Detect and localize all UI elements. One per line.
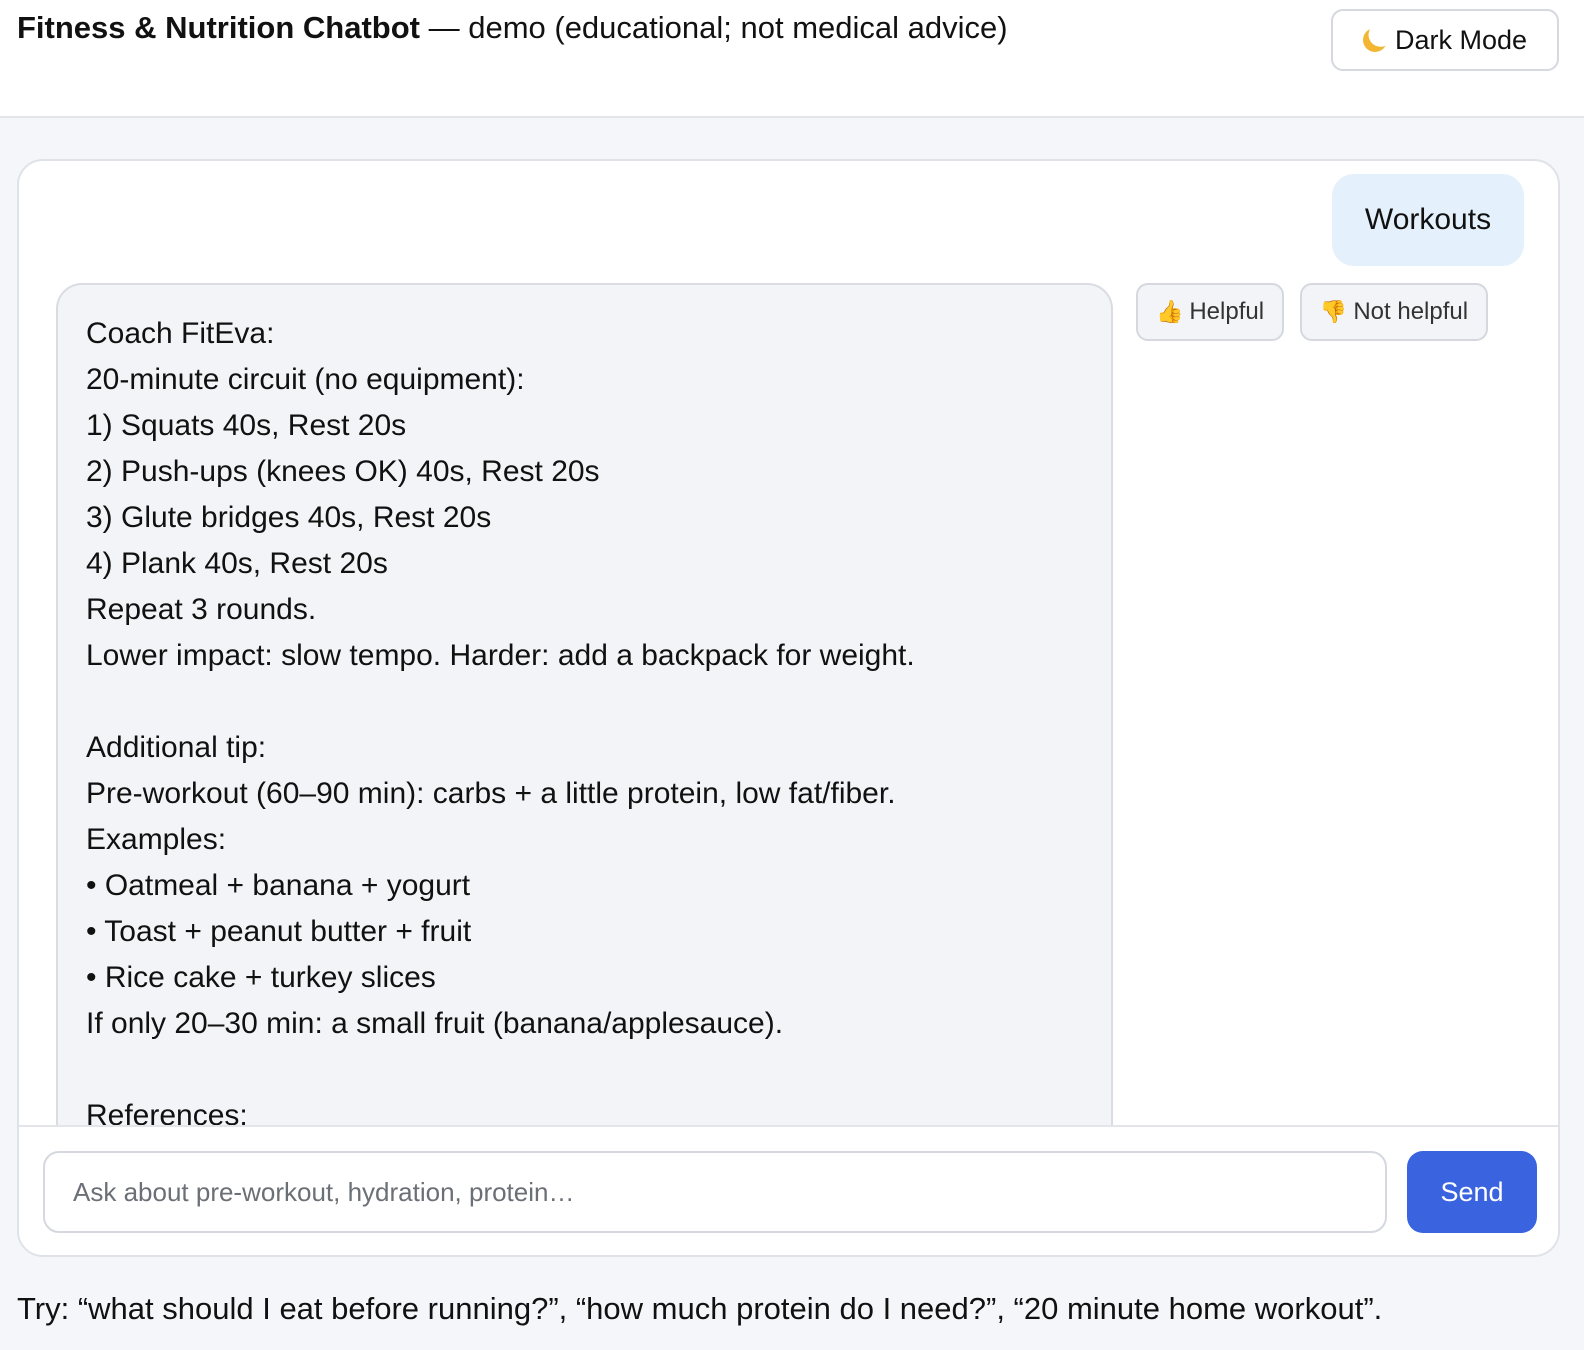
- helpful-button[interactable]: 👍 Helpful: [1136, 283, 1284, 341]
- bot-line: 1) Squats 40s, Rest 20s: [86, 409, 407, 442]
- chat-card: Workouts Coach FitEva: 20-minute circuit…: [17, 159, 1560, 1257]
- dark-mode-button[interactable]: Dark Mode: [1331, 9, 1559, 71]
- user-message: Workouts: [1332, 174, 1524, 266]
- bot-line: If only 20–30 min: a small fruit (banana…: [86, 1007, 784, 1040]
- bot-line: [86, 1047, 1083, 1093]
- send-button[interactable]: Send: [1407, 1151, 1537, 1233]
- bot-line: Examples:: [86, 823, 227, 856]
- bot-line: References:: [86, 1099, 248, 1125]
- not-helpful-label: Not helpful: [1353, 298, 1469, 325]
- dark-mode-label: Dark Mode: [1394, 24, 1528, 55]
- app-name: Fitness & Nutrition Chatbot: [17, 10, 420, 45]
- chat-log[interactable]: Workouts Coach FitEva: 20-minute circuit…: [19, 161, 1558, 1125]
- app-subtitle: — demo (educational; not medical advice): [419, 10, 1008, 45]
- user-message-text: Workouts: [1364, 203, 1492, 236]
- moon-icon: [1360, 25, 1391, 56]
- page-title: Fitness & Nutrition Chatbot — demo (educ…: [17, 8, 1008, 48]
- bot-line: • Toast + peanut butter + fruit: [86, 915, 472, 948]
- app-header: Fitness & Nutrition Chatbot — demo (educ…: [0, 0, 1584, 118]
- suggestion-hint: Try: “what should I eat before running?”…: [17, 1291, 1383, 1326]
- bot-line: Repeat 3 rounds.: [86, 593, 317, 626]
- bot-line: • Oatmeal + banana + yogurt: [86, 869, 471, 902]
- bot-message: Coach FitEva: 20-minute circuit (no equi…: [56, 283, 1113, 1125]
- composer: Send: [19, 1125, 1558, 1255]
- bot-line: 3) Glute bridges 40s, Rest 20s: [86, 501, 492, 534]
- bot-line: 20-minute circuit (no equipment):: [86, 363, 525, 396]
- helpful-label: Helpful: [1189, 298, 1265, 325]
- bot-line: [86, 679, 1083, 725]
- not-helpful-button[interactable]: 👎 Not helpful: [1300, 283, 1488, 341]
- bot-line: Additional tip:: [86, 731, 267, 764]
- bot-line: 4) Plank 40s, Rest 20s: [86, 547, 388, 580]
- thumbs-down-icon: 👎: [1319, 299, 1348, 324]
- message-input[interactable]: [43, 1151, 1387, 1233]
- bot-line: • Rice cake + turkey slices: [86, 961, 436, 994]
- bot-line: Coach FitEva:: [86, 317, 275, 350]
- bot-line: Lower impact: slow tempo. Harder: add a …: [86, 639, 915, 672]
- thumbs-up-icon: 👍: [1155, 299, 1184, 324]
- bot-line: Pre-workout (60–90 min): carbs + a littl…: [86, 777, 896, 810]
- bot-line: 2) Push-ups (knees OK) 40s, Rest 20s: [86, 455, 600, 488]
